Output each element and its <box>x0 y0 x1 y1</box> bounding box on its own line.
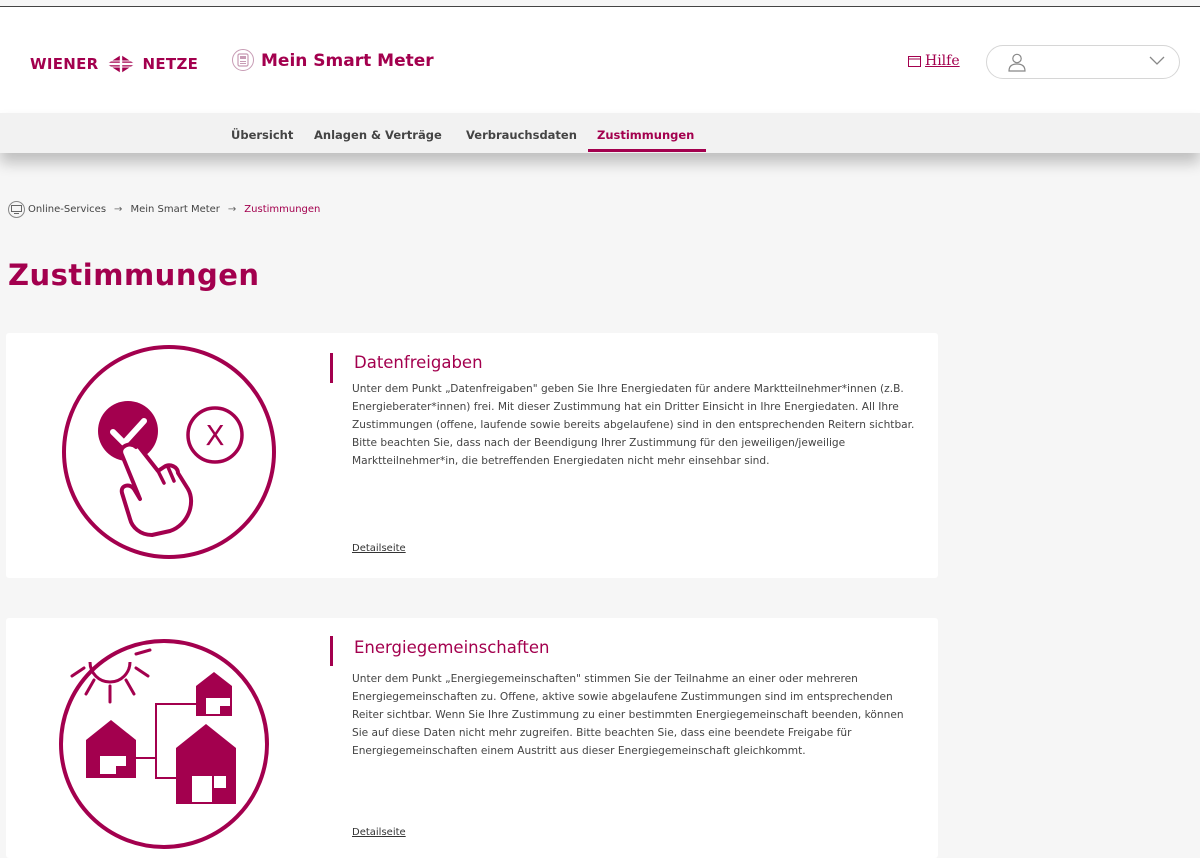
card-description: Unter dem Punkt „Datenfreigaben" geben S… <box>352 383 915 467</box>
card-description: Unter dem Punkt „Energiegemeinschaften" … <box>352 673 904 757</box>
help-link[interactable]: Hilfe <box>908 53 960 69</box>
tab-uebersicht[interactable]: Übersicht <box>231 128 293 142</box>
page-title: Zustimmungen <box>8 258 260 292</box>
logo-text-left: WIENER <box>30 55 99 73</box>
card-title: Datenfreigaben <box>354 353 483 372</box>
energy-community-houses-icon <box>59 639 269 849</box>
smart-meter-icon <box>232 49 254 71</box>
detail-page-link[interactable]: Detailseite <box>352 827 406 838</box>
help-label: Hilfe <box>925 53 960 69</box>
site-header: WIENER NETZE Mein Smart Meter Hilfe <box>0 7 1200 113</box>
user-menu-dropdown[interactable] <box>986 45 1180 79</box>
breadcrumb-online-services[interactable]: Online-Services <box>28 204 106 215</box>
chevron-down-icon <box>1149 56 1165 65</box>
breadcrumb-arrow-icon: → <box>114 204 123 215</box>
app-title[interactable]: Mein Smart Meter <box>261 51 434 71</box>
monitor-icon <box>8 201 25 218</box>
detail-page-link[interactable]: Detailseite <box>352 543 406 554</box>
tab-verbrauchsdaten[interactable]: Verbrauchsdaten <box>466 128 577 142</box>
card-accent-bar <box>330 353 333 383</box>
consent-check-hand-icon: X <box>62 345 276 559</box>
card-title: Energiegemeinschaften <box>354 638 550 657</box>
logo-mark-icon <box>104 53 137 75</box>
tab-zustimmungen[interactable]: Zustimmungen <box>597 128 694 142</box>
card-accent-bar <box>330 636 333 666</box>
logo-text-right: NETZE <box>142 55 199 73</box>
user-icon <box>1008 53 1026 72</box>
breadcrumb-arrow-icon: → <box>227 204 237 215</box>
active-tab-indicator <box>588 149 706 152</box>
breadcrumb-mein-smart-meter[interactable]: Mein Smart Meter <box>130 204 219 215</box>
main-navigation: Übersicht Anlagen & Verträge Verbrauchsd… <box>0 113 1200 153</box>
external-window-icon <box>908 55 921 67</box>
wiener-netze-logo[interactable]: WIENER NETZE <box>30 53 198 75</box>
svg-text:X: X <box>205 419 224 452</box>
breadcrumb: Online-Services → Mein Smart Meter → Zus… <box>8 201 320 218</box>
breadcrumb-current: Zustimmungen <box>244 204 321 215</box>
tab-anlagen-vertraege[interactable]: Anlagen & Verträge <box>314 128 442 142</box>
